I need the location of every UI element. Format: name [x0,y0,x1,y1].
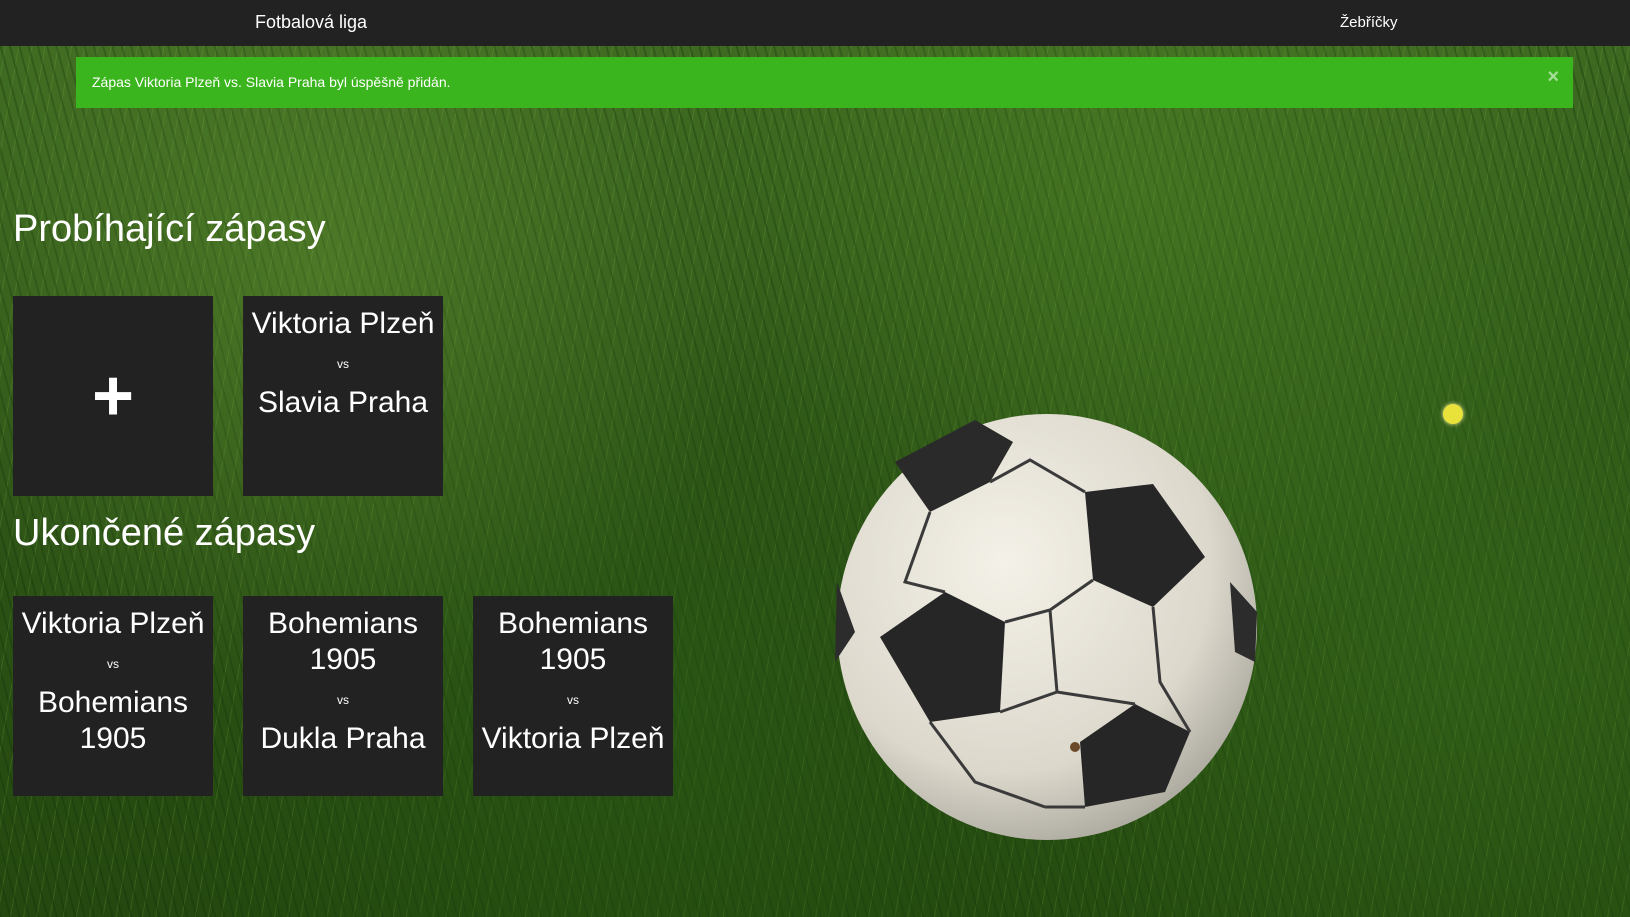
match-tile-finished[interactable]: Bohemians 1905 vs Viktoria Plzeň [473,596,673,796]
vs-label: vs [107,657,119,671]
navbar: Fotbalová liga Žebříčky [0,0,1630,46]
team-away: Viktoria Plzeň [481,722,665,755]
section-title-ongoing: Probíhající zápasy [13,208,326,250]
team-home: Viktoria Plzeň [21,607,205,640]
plus-icon: + [91,356,135,436]
match-tile-finished[interactable]: Viktoria Plzeň vs Bohemians 1905 [13,596,213,796]
vs-label: vs [337,357,349,371]
close-icon[interactable]: × [1547,67,1559,87]
add-match-button[interactable]: + [13,296,213,496]
team-away: Slavia Praha [257,386,429,419]
team-home: Bohemians 1905 [267,607,419,676]
football-image [835,414,1257,840]
vs-label: vs [337,693,349,707]
vs-label: vs [567,693,579,707]
nav-link-rankings[interactable]: Žebříčky [1340,14,1398,31]
brand-link[interactable]: Fotbalová liga [255,12,367,33]
team-home: Bohemians 1905 [497,607,649,676]
success-alert: Zápas Viktoria Plzeň vs. Slavia Praha by… [76,57,1573,108]
section-title-finished: Ukončené zápasy [13,512,316,554]
team-away: Bohemians 1905 [37,686,189,755]
team-away: Dukla Praha [260,722,426,755]
flower-decoration [1443,404,1463,424]
alert-message: Zápas Viktoria Plzeň vs. Slavia Praha by… [92,74,451,90]
match-tile-ongoing[interactable]: Viktoria Plzeň vs Slavia Praha [243,296,443,496]
match-tile-finished[interactable]: Bohemians 1905 vs Dukla Praha [243,596,443,796]
team-home: Viktoria Plzeň [251,307,435,340]
